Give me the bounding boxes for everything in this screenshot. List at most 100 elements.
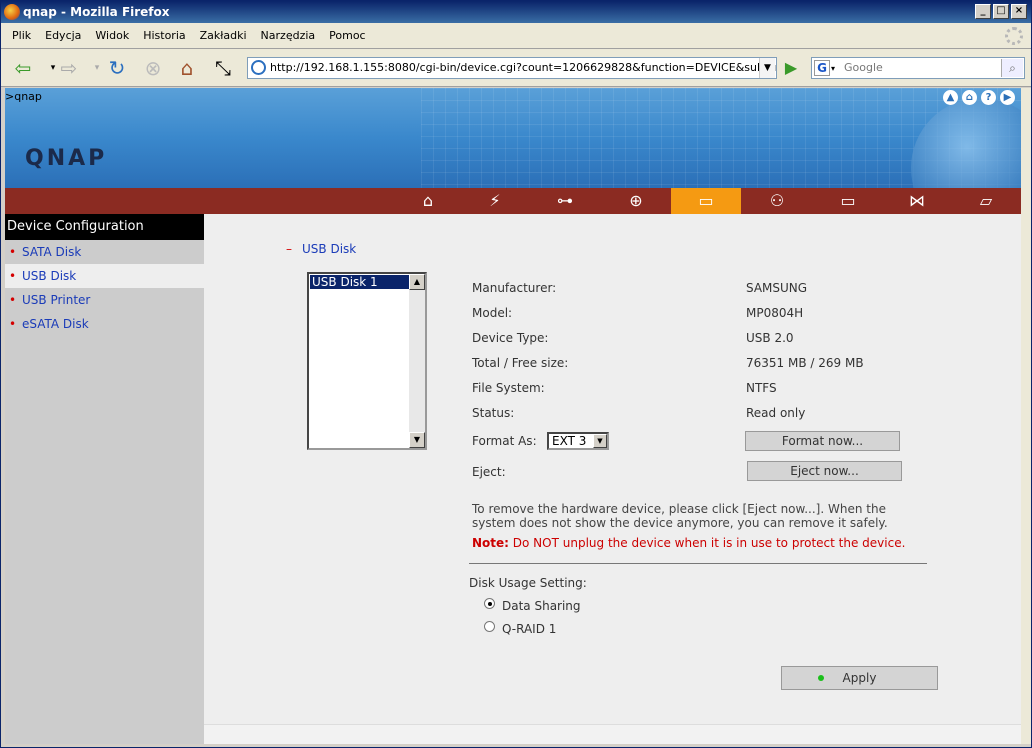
main-menu-bar: ⌂ ⚡ ⊶ ⊕ ▭ ⚇ ▭ ⋈ ▱ [5,188,1021,214]
qnap-banner: >qnap QNAP ▲ ⌂ ? ▶ [5,88,1021,188]
file-system-value: NTFS [746,381,777,395]
sidebar-item-usb-disk[interactable]: USB Disk [5,264,204,288]
model-value: MP0804H [746,306,804,320]
system-tools-tab-icon[interactable]: ⋈ [882,188,952,214]
sidebar-item-sata-disk[interactable]: SATA Disk [5,240,204,264]
help-icon[interactable]: ? [981,90,996,105]
home-circle-icon[interactable]: ⌂ [962,90,977,105]
note-label: Note: [472,536,509,550]
model-label: Model: [472,306,513,320]
eject-label: Eject: [472,465,506,479]
search-placeholder: Google [844,61,883,74]
data-sharing-radio[interactable] [484,598,495,609]
stop-icon[interactable]: ⊗ [139,55,167,81]
google-icon: G [814,60,830,76]
sidebar: Device Configuration SATA Disk USB Disk … [5,214,204,744]
format-now-button[interactable]: Format now... [745,431,900,451]
apply-button[interactable]: Apply [781,666,938,690]
search-icon[interactable]: ⌕ [1001,59,1023,77]
menu-widok[interactable]: Widok [90,29,134,42]
up-icon[interactable]: ▲ [943,90,958,105]
qraid1-radio[interactable] [484,621,495,632]
disk-usage-label: Disk Usage Setting: [469,576,587,590]
back-arrow-icon[interactable]: ⇦ [9,55,37,81]
users-tab-icon[interactable]: ⚇ [742,188,812,214]
menu-historia[interactable]: Historia [138,29,190,42]
maximize-button[interactable]: □ [993,4,1009,19]
section-title-text: USB Disk [302,242,357,256]
url-dropdown-icon[interactable]: ▼ [759,58,775,78]
go-button-icon[interactable]: ▶ [780,57,802,79]
search-input[interactable]: G ▾ Google ⌕ [811,57,1025,79]
forward-arrow-icon[interactable]: ⇨ [55,55,83,81]
listbox-scrollbar[interactable]: ▲ ▼ [409,274,425,448]
section-title: – USB Disk [286,242,356,256]
resize-icon[interactable]: ⤡ [209,55,237,81]
eject-now-button[interactable]: Eject now... [747,461,902,481]
format-as-label: Format As: [472,434,537,448]
scroll-down-icon[interactable]: ▼ [409,432,425,448]
window-title: qnap - Mozilla Firefox [23,5,170,19]
disk-listbox[interactable]: USB Disk 1 ▲ ▼ [307,272,427,450]
chevron-down-icon[interactable]: ▼ [593,434,607,448]
close-button[interactable]: × [1011,4,1027,19]
url-text: http://192.168.1.155:8080/cgi-bin/device… [270,61,777,74]
page-footer [204,724,1021,744]
url-input[interactable]: http://192.168.1.155:8080/cgi-bin/device… [247,57,777,79]
browser-window: qnap - Mozilla Firefox _ □ × Plik Edycja… [0,0,1032,748]
engine-dropdown-icon[interactable]: ▾ [831,59,835,79]
note-body: Do NOT unplug the device when it is in u… [508,536,906,550]
sidebar-header: Device Configuration [5,214,204,240]
system-tab-icon[interactable]: ⊶ [530,188,600,214]
navigation-toolbar: ⇦ ▾ ⇨ ▾ ↻ ⊗ ⌂ ⤡ http://192.168.1.155:808… [1,49,1031,87]
home-tab-icon[interactable]: ⌂ [393,188,463,214]
logout-icon[interactable]: ▶ [1000,90,1015,105]
main-panel: – USB Disk USB Disk 1 ▲ ▼ Manufacturer: S… [204,214,1021,724]
throbber-icon [1005,27,1023,45]
format-select[interactable]: EXT 3 ▼ [547,432,609,450]
home-icon[interactable]: ⌂ [173,55,201,81]
page-content: >qnap QNAP ▲ ⌂ ? ▶ ⌂ ⚡ ⊶ ⊕ ▭ ⚇ ▭ ⋈ ▱ Dev… [5,88,1021,744]
device-type-value: USB 2.0 [746,331,794,345]
size-value: 76351 MB / 269 MB [746,356,864,370]
device-type-label: Device Type: [472,331,549,345]
site-icon [251,60,266,75]
apply-status-icon [818,675,824,681]
qraid1-label[interactable]: Q-RAID 1 [502,622,556,636]
logs-tab-icon[interactable]: ▱ [951,188,1021,214]
title-bar: qnap - Mozilla Firefox _ □ × [1,1,1031,23]
status-label: Status: [472,406,515,420]
sidebar-item-esata-disk[interactable]: eSATA Disk [5,312,204,336]
list-item[interactable]: USB Disk 1 [309,274,412,290]
menu-pomoc[interactable]: Pomoc [324,29,370,42]
note-text: Note: Do NOT unplug the device when it i… [472,536,905,550]
sidebar-item-usb-printer[interactable]: USB Printer [5,288,204,312]
device-tab-icon[interactable]: ▭ [671,188,741,214]
format-select-value: EXT 3 [552,434,587,448]
manufacturer-value: SAMSUNG [746,281,808,295]
status-value: Read only [746,406,806,420]
share-folder-tab-icon[interactable]: ▭ [813,188,883,214]
menu-zakladki[interactable]: Zakładki [195,29,252,42]
manufacturer-label: Manufacturer: [472,281,557,295]
apply-button-label: Apply [842,671,877,685]
scroll-up-icon[interactable]: ▲ [409,274,425,290]
qnap-logo: QNAP [25,146,108,171]
firefox-icon [4,4,20,20]
quick-config-tab-icon[interactable]: ⚡ [460,188,530,214]
size-label: Total / Free size: [472,356,569,370]
reload-icon[interactable]: ↻ [103,55,131,81]
menu-narzedzia[interactable]: Narzędzia [256,29,321,42]
breadcrumb: >qnap [5,90,42,103]
file-system-label: File System: [472,381,545,395]
divider [469,563,927,564]
info-text: To remove the hardware device, please cl… [472,502,888,530]
page-scrollbar[interactable] [1021,88,1031,744]
collapse-icon[interactable]: – [286,242,292,256]
menu-bar: Plik Edycja Widok Historia Zakładki Narz… [1,23,1031,49]
menu-edycja[interactable]: Edycja [40,29,86,42]
menu-plik[interactable]: Plik [7,29,36,42]
data-sharing-label[interactable]: Data Sharing [502,599,581,613]
network-tab-icon[interactable]: ⊕ [601,188,671,214]
minimize-button[interactable]: _ [975,4,991,19]
